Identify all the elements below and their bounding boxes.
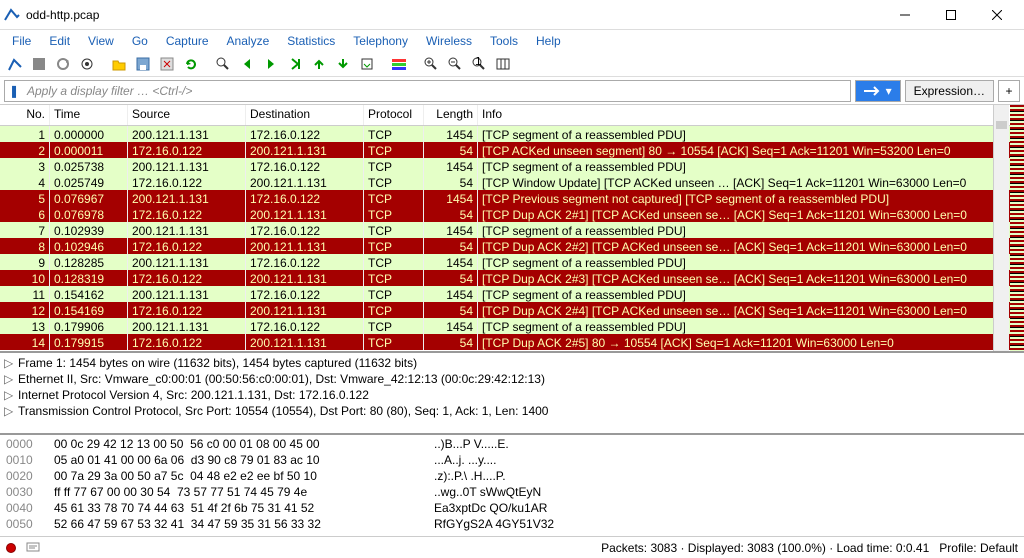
go-to-packet-button[interactable]: [284, 53, 306, 75]
open-file-button[interactable]: [108, 53, 130, 75]
display-filter-input[interactable]: ❚ Apply a display filter … <Ctrl-/>: [4, 80, 851, 102]
col-destination[interactable]: Destination: [246, 105, 364, 125]
go-back-button[interactable]: [236, 53, 258, 75]
menu-view[interactable]: View: [80, 32, 122, 50]
packet-row[interactable]: 100.128319172.16.0.122200.121.1.131TCP54…: [0, 270, 1024, 286]
menu-wireless[interactable]: Wireless: [418, 32, 480, 50]
restart-capture-button[interactable]: [52, 53, 74, 75]
col-length[interactable]: Length: [424, 105, 478, 125]
status-packets: Packets: 3083 · Displayed: 3083 (100.0%)…: [601, 541, 929, 555]
packet-minimap[interactable]: [1010, 105, 1024, 351]
svg-text:1: 1: [475, 57, 482, 68]
packet-bytes[interactable]: 000000 0c 29 42 12 13 00 50 56 c0 00 01 …: [0, 435, 1024, 536]
title-bar: odd-http.pcap: [0, 0, 1024, 30]
packet-row[interactable]: 70.102939200.121.1.131172.16.0.122TCP145…: [0, 222, 1024, 238]
menu-bar: FileEditViewGoCaptureAnalyzeStatisticsTe…: [0, 30, 1024, 51]
hex-row[interactable]: 0030ff ff 77 67 00 00 30 54 73 57 77 51 …: [6, 485, 1018, 501]
reload-button[interactable]: [180, 53, 202, 75]
col-no[interactable]: No.: [0, 105, 50, 125]
filter-placeholder: Apply a display filter … <Ctrl-/>: [27, 84, 192, 98]
zoom-in-button[interactable]: [420, 53, 442, 75]
menu-help[interactable]: Help: [528, 32, 569, 50]
packet-row[interactable]: 80.102946172.16.0.122200.121.1.131TCP54[…: [0, 238, 1024, 254]
col-time[interactable]: Time: [50, 105, 128, 125]
packet-details[interactable]: ▷Frame 1: 1454 bytes on wire (11632 bits…: [0, 353, 1024, 435]
main-toolbar: 1: [0, 51, 1024, 77]
auto-scroll-button[interactable]: [356, 53, 378, 75]
find-button[interactable]: [212, 53, 234, 75]
menu-analyze[interactable]: Analyze: [219, 32, 278, 50]
packet-row[interactable]: 20.000011172.16.0.122200.121.1.131TCP54[…: [0, 142, 1024, 158]
add-filter-button[interactable]: +: [998, 80, 1020, 102]
expand-icon[interactable]: ▷: [4, 356, 18, 370]
tree-item[interactable]: ▷Transmission Control Protocol, Src Port…: [4, 403, 1020, 419]
hex-row[interactable]: 002000 7a 29 3a 00 50 a7 5c 04 48 e2 e2 …: [6, 469, 1018, 485]
expand-icon[interactable]: ▷: [4, 388, 18, 402]
packet-row[interactable]: 110.154162200.121.1.131172.16.0.122TCP14…: [0, 286, 1024, 302]
packet-row[interactable]: 90.128285200.121.1.131172.16.0.122TCP145…: [0, 254, 1024, 270]
menu-statistics[interactable]: Statistics: [279, 32, 343, 50]
menu-tools[interactable]: Tools: [482, 32, 526, 50]
packet-row[interactable]: 10.000000200.121.1.131172.16.0.122TCP145…: [0, 126, 1024, 142]
start-capture-button[interactable]: [4, 53, 26, 75]
packet-row[interactable]: 30.025738200.121.1.131172.16.0.122TCP145…: [0, 158, 1024, 174]
window-title: odd-http.pcap: [26, 8, 882, 22]
close-file-button[interactable]: [156, 53, 178, 75]
menu-edit[interactable]: Edit: [41, 32, 78, 50]
packet-row[interactable]: 130.179906200.121.1.131172.16.0.122TCP14…: [0, 318, 1024, 334]
expand-icon[interactable]: ▷: [4, 372, 18, 386]
tree-item[interactable]: ▷Frame 1: 1454 bytes on wire (11632 bits…: [4, 355, 1020, 371]
zoom-out-button[interactable]: [444, 53, 466, 75]
hex-row[interactable]: 005052 66 47 59 67 53 32 41 34 47 59 35 …: [6, 517, 1018, 533]
col-info[interactable]: Info: [478, 105, 1024, 125]
save-file-button[interactable]: [132, 53, 154, 75]
packet-list-body[interactable]: 10.000000200.121.1.131172.16.0.122TCP145…: [0, 126, 1024, 351]
menu-go[interactable]: Go: [124, 32, 156, 50]
stop-capture-button[interactable]: [28, 53, 50, 75]
col-source[interactable]: Source: [128, 105, 246, 125]
go-forward-button[interactable]: [260, 53, 282, 75]
minimize-button[interactable]: [882, 0, 928, 30]
packet-row[interactable]: 60.076978172.16.0.122200.121.1.131TCP54[…: [0, 206, 1024, 222]
filter-bar: ❚ Apply a display filter … <Ctrl-/> ▾ Ex…: [0, 77, 1024, 105]
col-protocol[interactable]: Protocol: [364, 105, 424, 125]
hex-row[interactable]: 004045 61 33 78 70 74 44 63 51 4f 2f 6b …: [6, 501, 1018, 517]
hex-row[interactable]: 000000 0c 29 42 12 13 00 50 56 c0 00 01 …: [6, 437, 1018, 453]
expand-icon[interactable]: ▷: [4, 404, 18, 418]
menu-capture[interactable]: Capture: [158, 32, 217, 50]
wireshark-icon: [4, 7, 20, 23]
packet-scrollbar[interactable]: [993, 105, 1009, 351]
status-bar: Packets: 3083 · Displayed: 3083 (100.0%)…: [0, 536, 1024, 558]
expression-button[interactable]: Expression…: [905, 80, 994, 102]
menu-file[interactable]: File: [4, 32, 39, 50]
go-last-button[interactable]: [332, 53, 354, 75]
packet-row[interactable]: 50.076967200.121.1.131172.16.0.122TCP145…: [0, 190, 1024, 206]
resize-columns-button[interactable]: [492, 53, 514, 75]
packet-row[interactable]: 140.179915172.16.0.122200.121.1.131TCP54…: [0, 334, 1024, 350]
capture-options-button[interactable]: [76, 53, 98, 75]
tree-item[interactable]: ▷Internet Protocol Version 4, Src: 200.1…: [4, 387, 1020, 403]
colorize-button[interactable]: [388, 53, 410, 75]
capture-comment-button[interactable]: [26, 541, 40, 555]
expert-info-icon[interactable]: [6, 543, 16, 553]
close-button[interactable]: [974, 0, 1020, 30]
bookmark-icon: ❚: [9, 84, 23, 98]
tree-item[interactable]: ▷Ethernet II, Src: Vmware_c0:00:01 (00:5…: [4, 371, 1020, 387]
apply-filter-button[interactable]: ▾: [855, 80, 901, 102]
packet-row[interactable]: 40.025749172.16.0.122200.121.1.131TCP54[…: [0, 174, 1024, 190]
go-first-button[interactable]: [308, 53, 330, 75]
packet-list: No. Time Source Destination Protocol Len…: [0, 105, 1024, 353]
status-profile[interactable]: Profile: Default: [939, 541, 1018, 555]
packet-list-header: No. Time Source Destination Protocol Len…: [0, 105, 1024, 126]
hex-row[interactable]: 001005 a0 01 41 00 00 6a 06 d3 90 c8 79 …: [6, 453, 1018, 469]
maximize-button[interactable]: [928, 0, 974, 30]
zoom-reset-button[interactable]: 1: [468, 53, 490, 75]
packet-row[interactable]: 120.154169172.16.0.122200.121.1.131TCP54…: [0, 302, 1024, 318]
menu-telephony[interactable]: Telephony: [345, 32, 416, 50]
